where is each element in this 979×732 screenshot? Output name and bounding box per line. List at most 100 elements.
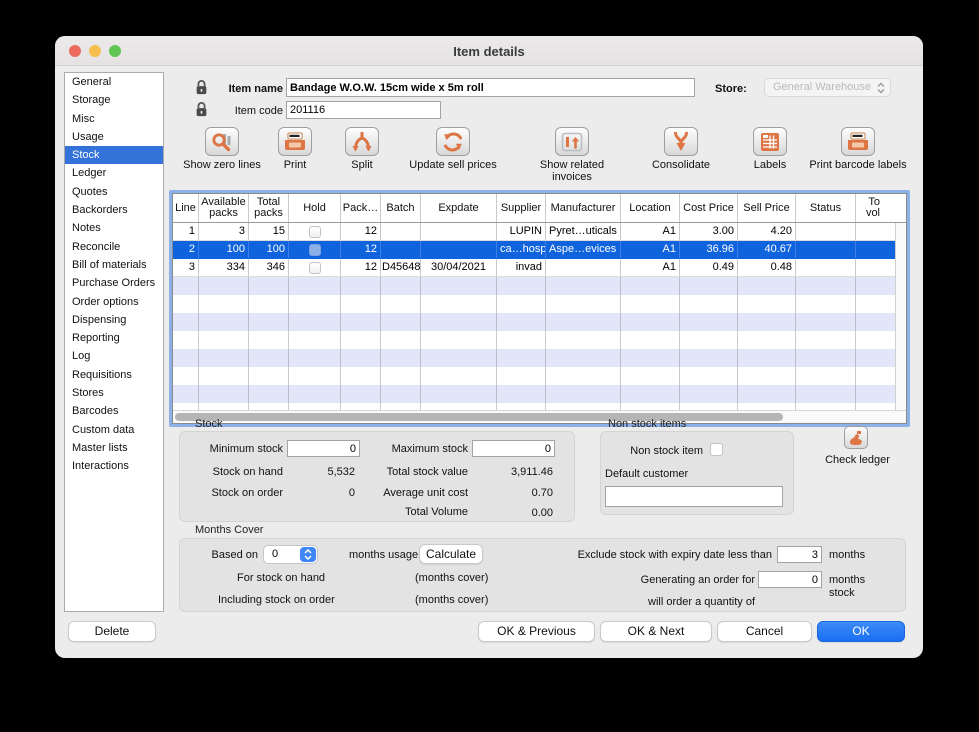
show-related-invoices-button[interactable]: Show related invoices <box>524 127 620 183</box>
sidebar-item-bill-of-materials[interactable]: Bill of materials <box>65 256 163 274</box>
stock-lines-table: Line Available packs Total packs Hold Pa… <box>169 190 910 427</box>
including-stock-label: Including stock on order <box>218 594 335 606</box>
stock-section-label: Stock <box>195 418 223 430</box>
sidebar-item-usage[interactable]: Usage <box>65 128 163 146</box>
sidebar-item-general[interactable]: General <box>65 73 163 91</box>
item-code-input[interactable] <box>286 101 441 119</box>
update-sell-prices-button[interactable]: Update sell prices <box>395 127 511 171</box>
table-row[interactable]: 3 334 346 12 D456486 30/04/2021 invad A1… <box>173 259 906 277</box>
scrollbar-thumb[interactable] <box>175 413 783 421</box>
store-select: General Warehouse <box>764 78 891 97</box>
sidebar-item-reconcile[interactable]: Reconcile <box>65 238 163 256</box>
sidebar-item-dispensing[interactable]: Dispensing <box>65 311 163 329</box>
calculate-button[interactable]: Calculate <box>419 544 483 564</box>
sidebar-item-ledger[interactable]: Ledger <box>65 164 163 182</box>
sidebar-item-backorders[interactable]: Backorders <box>65 201 163 219</box>
sidebar-item-custom-data[interactable]: Custom data <box>65 421 163 439</box>
consolidate-button[interactable]: Consolidate <box>636 127 726 171</box>
cancel-button[interactable]: Cancel <box>717 621 812 642</box>
col-header-sell-price[interactable]: Sell Price <box>738 194 796 222</box>
based-on-value: 0 <box>272 548 278 560</box>
for-stock-on-hand-label: For stock on hand <box>237 572 325 584</box>
default-customer-label: Default customer <box>605 468 688 480</box>
col-header-total-packs[interactable]: Total packs <box>249 194 289 222</box>
based-on-label: Based on <box>200 549 258 561</box>
based-on-select[interactable]: 0 <box>263 545 318 564</box>
sidebar-item-storage[interactable]: Storage <box>65 91 163 109</box>
hold-checkbox[interactable] <box>309 226 321 238</box>
total-volume-label: Total Volume <box>350 506 468 518</box>
stock-on-hand-value: 5,532 <box>285 466 355 478</box>
col-header-hold[interactable]: Hold <box>289 194 341 222</box>
total-volume-value: 0.00 <box>475 507 553 519</box>
col-header-cost-price[interactable]: Cost Price <box>680 194 738 222</box>
average-unit-cost-label: Average unit cost <box>350 487 468 499</box>
horizontal-scrollbar <box>173 410 906 423</box>
non-stock-section-label: Non stock items <box>608 418 686 430</box>
check-ledger-button[interactable] <box>844 426 868 449</box>
hold-checkbox[interactable] <box>309 244 321 256</box>
for-stock-months-cover: (months cover) <box>415 572 488 584</box>
hold-checkbox[interactable] <box>309 262 321 274</box>
col-header-batch[interactable]: Batch <box>381 194 421 222</box>
stock-on-hand-label: Stock on hand <box>165 466 283 478</box>
col-header-available-packs[interactable]: Available packs <box>199 194 249 222</box>
ok-previous-button[interactable]: OK & Previous <box>478 621 595 642</box>
sidebar-item-requisitions[interactable]: Requisitions <box>65 366 163 384</box>
ok-button[interactable]: OK <box>817 621 905 642</box>
sidebar-item-master-lists[interactable]: Master lists <box>65 439 163 457</box>
vertical-scrollbar-track <box>895 223 906 410</box>
split-icon <box>351 132 373 152</box>
generating-unit-label: months stock <box>829 574 877 600</box>
col-header-line[interactable]: Line <box>173 194 199 222</box>
sidebar-item-order-options[interactable]: Order options <box>65 293 163 311</box>
sidebar-item-log[interactable]: Log <box>65 347 163 365</box>
show-zero-lines-button[interactable]: Show zero lines <box>174 127 270 171</box>
table-row-selected[interactable]: 2 100 100 12 ca…hosp Aspe…evices A1 36.9… <box>173 241 906 259</box>
generating-order-input[interactable] <box>758 571 822 588</box>
months-usage-label: months usage <box>349 549 418 561</box>
maximum-stock-input[interactable] <box>472 440 555 457</box>
table-row[interactable]: 1 3 15 12 LUPIN Pyret…uticals A1 3.00 4.… <box>173 223 906 241</box>
labels-button[interactable]: Labels <box>740 127 800 171</box>
grid-icon <box>759 132 781 152</box>
sidebar-item-stock[interactable]: Stock <box>65 146 163 164</box>
average-unit-cost-value: 0.70 <box>475 487 553 499</box>
refresh-icon <box>442 132 464 152</box>
total-stock-value: 3,911.46 <box>475 466 553 478</box>
print-barcode-labels-button[interactable]: Print barcode labels <box>798 127 918 171</box>
col-header-expdate[interactable]: Expdate <box>421 194 497 222</box>
non-stock-item-checkbox[interactable] <box>710 443 723 456</box>
sidebar-item-stores[interactable]: Stores <box>65 384 163 402</box>
item-details-window: Item details General Storage Misc Usage … <box>55 36 923 658</box>
barcode-printer-icon <box>846 132 870 152</box>
sidebar-item-purchase-orders[interactable]: Purchase Orders <box>65 274 163 292</box>
maximum-stock-label: Maximum stock <box>350 443 468 455</box>
sidebar-item-reporting[interactable]: Reporting <box>65 329 163 347</box>
magnifier-icon <box>210 131 234 153</box>
printer-icon <box>283 132 307 152</box>
check-ledger-label: Check ledger <box>810 454 905 466</box>
split-button[interactable]: Split <box>332 127 392 171</box>
minimum-stock-label: Minimum stock <box>165 443 283 455</box>
exclude-expiry-label: Exclude stock with expiry date less than <box>555 549 772 561</box>
exclude-expiry-input[interactable] <box>777 546 822 563</box>
sidebar-item-quotes[interactable]: Quotes <box>65 183 163 201</box>
sidebar-item-barcodes[interactable]: Barcodes <box>65 402 163 420</box>
item-name-input[interactable] <box>286 78 695 97</box>
exclude-unit-label: months <box>829 549 865 561</box>
stepper-icon <box>300 547 316 562</box>
print-button[interactable]: Print <box>265 127 325 171</box>
sidebar-item-interactions[interactable]: Interactions <box>65 457 163 475</box>
sidebar-item-misc[interactable]: Misc <box>65 110 163 128</box>
col-header-manufacturer[interactable]: Manufacturer <box>546 194 621 222</box>
col-header-pack[interactable]: Pack… <box>341 194 381 222</box>
sidebar-item-notes[interactable]: Notes <box>65 219 163 237</box>
default-customer-input[interactable] <box>605 486 783 507</box>
col-header-supplier[interactable]: Supplier <box>497 194 546 222</box>
col-header-status[interactable]: Status <box>796 194 856 222</box>
col-header-total-volume[interactable]: To vol <box>856 194 882 222</box>
col-header-location[interactable]: Location <box>621 194 680 222</box>
delete-button[interactable]: Delete <box>68 621 156 642</box>
ok-next-button[interactable]: OK & Next <box>600 621 712 642</box>
